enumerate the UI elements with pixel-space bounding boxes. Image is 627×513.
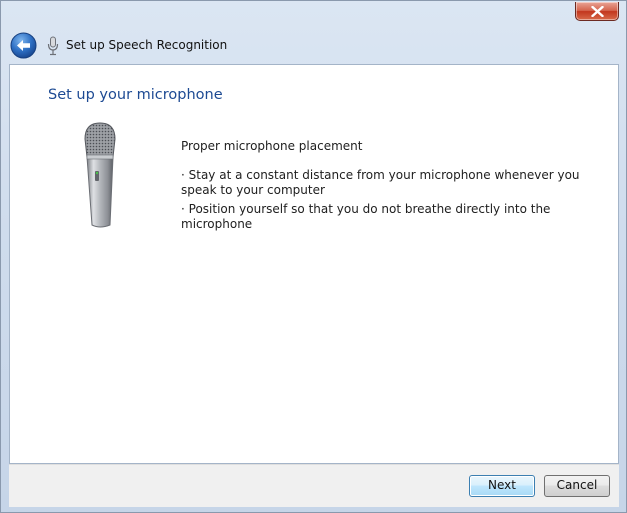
speech-setup-window: Set up Speech Recognition Set up your mi… (0, 0, 627, 513)
placement-instructions: Proper microphone placement · Stay at a … (181, 139, 591, 236)
back-arrow-icon[interactable] (10, 32, 37, 59)
cancel-button[interactable]: Cancel (544, 475, 610, 497)
button-bar: Next Cancel (9, 464, 619, 507)
microphone-illustration (84, 122, 116, 228)
bullet-breathing: · Position yourself so that you do not b… (181, 202, 551, 231)
placement-title: Proper microphone placement (181, 139, 363, 153)
next-button[interactable]: Next (469, 475, 535, 497)
microphone-icon (47, 36, 59, 56)
page-heading: Set up your microphone (48, 87, 223, 103)
close-button[interactable] (575, 2, 619, 21)
bullet-constant-distance: · Stay at a constant distance from your … (181, 168, 580, 197)
close-icon (591, 6, 604, 17)
window-title: Set up Speech Recognition (66, 38, 228, 52)
content-panel: Set up your microphone Proper microphone… (9, 64, 619, 464)
